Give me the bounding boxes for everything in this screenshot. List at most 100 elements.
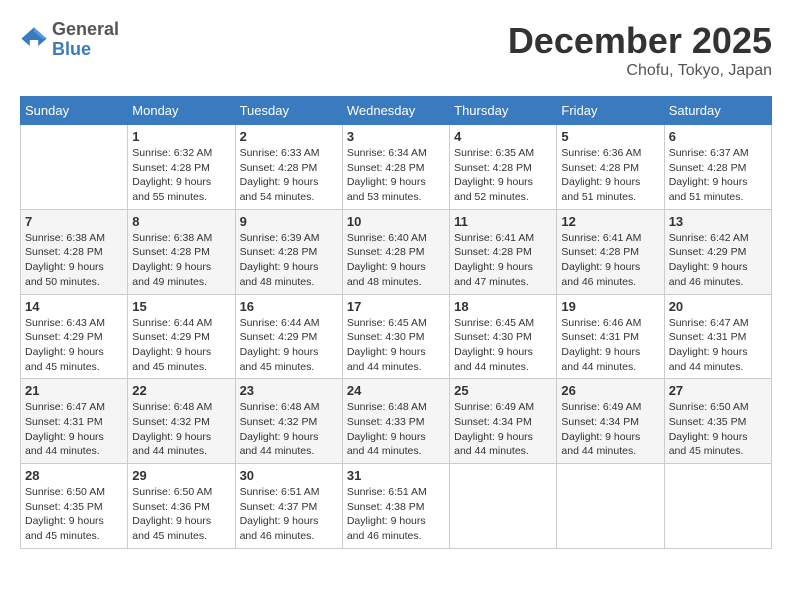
logo-icon bbox=[20, 26, 48, 54]
calendar-day-cell: 15 Sunrise: 6:44 AM Sunset: 4:29 PM Dayli… bbox=[128, 294, 235, 379]
calendar-week-row: 28 Sunrise: 6:50 AM Sunset: 4:35 PM Dayli… bbox=[21, 464, 772, 549]
day-info: Sunrise: 6:36 AM Sunset: 4:28 PM Dayligh… bbox=[561, 146, 659, 205]
calendar-day-cell: 11 Sunrise: 6:41 AM Sunset: 4:28 PM Dayli… bbox=[450, 209, 557, 294]
weekday-header: Friday bbox=[557, 97, 664, 125]
day-info: Sunrise: 6:44 AM Sunset: 4:29 PM Dayligh… bbox=[132, 316, 230, 375]
page-header: General Blue December 2025 Chofu, Tokyo,… bbox=[20, 20, 772, 80]
day-info: Sunrise: 6:34 AM Sunset: 4:28 PM Dayligh… bbox=[347, 146, 445, 205]
day-info: Sunrise: 6:35 AM Sunset: 4:28 PM Dayligh… bbox=[454, 146, 552, 205]
day-number: 29 bbox=[132, 468, 230, 483]
calendar-day-cell: 4 Sunrise: 6:35 AM Sunset: 4:28 PM Daylig… bbox=[450, 125, 557, 210]
calendar-day-cell: 23 Sunrise: 6:48 AM Sunset: 4:32 PM Dayli… bbox=[235, 379, 342, 464]
calendar-week-row: 14 Sunrise: 6:43 AM Sunset: 4:29 PM Dayli… bbox=[21, 294, 772, 379]
calendar-day-cell bbox=[450, 464, 557, 549]
calendar-day-cell bbox=[557, 464, 664, 549]
calendar-week-row: 21 Sunrise: 6:47 AM Sunset: 4:31 PM Dayli… bbox=[21, 379, 772, 464]
calendar-day-cell: 10Sunrise: 6:40 AM Sunset: 4:28 PM Dayli… bbox=[342, 209, 449, 294]
calendar-day-cell: 24 Sunrise: 6:48 AM Sunset: 4:33 PM Dayli… bbox=[342, 379, 449, 464]
day-number: 22 bbox=[132, 383, 230, 398]
day-info: Sunrise: 6:48 AM Sunset: 4:32 PM Dayligh… bbox=[240, 400, 338, 459]
day-number: 1 bbox=[132, 129, 230, 144]
day-info: Sunrise: 6:50 AM Sunset: 4:35 PM Dayligh… bbox=[669, 400, 767, 459]
day-info: Sunrise: 6:46 AM Sunset: 4:31 PM Dayligh… bbox=[561, 316, 659, 375]
calendar-day-cell: 13Sunrise: 6:42 AM Sunset: 4:29 PM Dayli… bbox=[664, 209, 771, 294]
calendar-day-cell: 26 Sunrise: 6:49 AM Sunset: 4:34 PM Dayli… bbox=[557, 379, 664, 464]
weekday-header: Saturday bbox=[664, 97, 771, 125]
weekday-header: Wednesday bbox=[342, 97, 449, 125]
calendar-day-cell: 16Sunrise: 6:44 AM Sunset: 4:29 PM Dayli… bbox=[235, 294, 342, 379]
calendar-day-cell: 12Sunrise: 6:41 AM Sunset: 4:28 PM Dayli… bbox=[557, 209, 664, 294]
day-info: Sunrise: 6:32 AM Sunset: 4:28 PM Dayligh… bbox=[132, 146, 230, 205]
day-info: Sunrise: 6:48 AM Sunset: 4:33 PM Dayligh… bbox=[347, 400, 445, 459]
day-info: Sunrise: 6:48 AM Sunset: 4:32 PM Dayligh… bbox=[132, 400, 230, 459]
calendar-day-cell: 3 Sunrise: 6:34 AM Sunset: 4:28 PM Daylig… bbox=[342, 125, 449, 210]
day-number: 7 bbox=[25, 214, 123, 229]
day-info: Sunrise: 6:47 AM Sunset: 4:31 PM Dayligh… bbox=[669, 316, 767, 375]
day-number: 19 bbox=[561, 299, 659, 314]
calendar-day-cell: 1 Sunrise: 6:32 AM Sunset: 4:28 PM Daylig… bbox=[128, 125, 235, 210]
day-number: 18 bbox=[454, 299, 552, 314]
calendar-day-cell: 18Sunrise: 6:45 AM Sunset: 4:30 PM Dayli… bbox=[450, 294, 557, 379]
day-number: 14 bbox=[25, 299, 123, 314]
day-info: Sunrise: 6:51 AM Sunset: 4:37 PM Dayligh… bbox=[240, 485, 338, 544]
day-info: Sunrise: 6:43 AM Sunset: 4:29 PM Dayligh… bbox=[25, 316, 123, 375]
day-info: Sunrise: 6:33 AM Sunset: 4:28 PM Dayligh… bbox=[240, 146, 338, 205]
day-number: 28 bbox=[25, 468, 123, 483]
calendar-day-cell: 22 Sunrise: 6:48 AM Sunset: 4:32 PM Dayli… bbox=[128, 379, 235, 464]
calendar-day-cell: 8Sunrise: 6:38 AM Sunset: 4:28 PM Daylig… bbox=[128, 209, 235, 294]
calendar-day-cell: 19 Sunrise: 6:46 AM Sunset: 4:31 PM Dayli… bbox=[557, 294, 664, 379]
day-number: 23 bbox=[240, 383, 338, 398]
day-number: 2 bbox=[240, 129, 338, 144]
day-number: 11 bbox=[454, 214, 552, 229]
day-number: 8 bbox=[132, 214, 230, 229]
day-number: 17 bbox=[347, 299, 445, 314]
day-number: 21 bbox=[25, 383, 123, 398]
day-number: 5 bbox=[561, 129, 659, 144]
day-number: 27 bbox=[669, 383, 767, 398]
calendar-day-cell: 9Sunrise: 6:39 AM Sunset: 4:28 PM Daylig… bbox=[235, 209, 342, 294]
day-info: Sunrise: 6:40 AM Sunset: 4:28 PM Dayligh… bbox=[347, 231, 445, 290]
day-number: 25 bbox=[454, 383, 552, 398]
calendar-day-cell: 31 Sunrise: 6:51 AM Sunset: 4:38 PM Dayli… bbox=[342, 464, 449, 549]
location: Chofu, Tokyo, Japan bbox=[508, 62, 772, 80]
day-number: 6 bbox=[669, 129, 767, 144]
calendar: SundayMondayTuesdayWednesdayThursdayFrid… bbox=[20, 96, 772, 549]
day-number: 3 bbox=[347, 129, 445, 144]
title-block: December 2025 Chofu, Tokyo, Japan bbox=[508, 20, 772, 80]
day-info: Sunrise: 6:39 AM Sunset: 4:28 PM Dayligh… bbox=[240, 231, 338, 290]
calendar-day-cell: 6 Sunrise: 6:37 AM Sunset: 4:28 PM Daylig… bbox=[664, 125, 771, 210]
logo-text: General Blue bbox=[52, 20, 119, 60]
day-info: Sunrise: 6:50 AM Sunset: 4:36 PM Dayligh… bbox=[132, 485, 230, 544]
day-info: Sunrise: 6:51 AM Sunset: 4:38 PM Dayligh… bbox=[347, 485, 445, 544]
calendar-day-cell: 21 Sunrise: 6:47 AM Sunset: 4:31 PM Dayli… bbox=[21, 379, 128, 464]
day-number: 4 bbox=[454, 129, 552, 144]
calendar-week-row: 7 Sunrise: 6:38 AM Sunset: 4:28 PM Daylig… bbox=[21, 209, 772, 294]
logo-general: General bbox=[52, 20, 119, 40]
logo: General Blue bbox=[20, 20, 119, 60]
day-info: Sunrise: 6:38 AM Sunset: 4:28 PM Dayligh… bbox=[25, 231, 123, 290]
day-info: Sunrise: 6:37 AM Sunset: 4:28 PM Dayligh… bbox=[669, 146, 767, 205]
day-number: 20 bbox=[669, 299, 767, 314]
calendar-day-cell: 5 Sunrise: 6:36 AM Sunset: 4:28 PM Daylig… bbox=[557, 125, 664, 210]
calendar-header-row: SundayMondayTuesdayWednesdayThursdayFrid… bbox=[21, 97, 772, 125]
day-info: Sunrise: 6:50 AM Sunset: 4:35 PM Dayligh… bbox=[25, 485, 123, 544]
calendar-day-cell bbox=[21, 125, 128, 210]
calendar-day-cell: 14 Sunrise: 6:43 AM Sunset: 4:29 PM Dayli… bbox=[21, 294, 128, 379]
calendar-day-cell: 17Sunrise: 6:45 AM Sunset: 4:30 PM Dayli… bbox=[342, 294, 449, 379]
calendar-day-cell bbox=[664, 464, 771, 549]
calendar-day-cell: 20 Sunrise: 6:47 AM Sunset: 4:31 PM Dayli… bbox=[664, 294, 771, 379]
day-number: 26 bbox=[561, 383, 659, 398]
day-info: Sunrise: 6:41 AM Sunset: 4:28 PM Dayligh… bbox=[454, 231, 552, 290]
calendar-day-cell: 29 Sunrise: 6:50 AM Sunset: 4:36 PM Dayli… bbox=[128, 464, 235, 549]
day-number: 24 bbox=[347, 383, 445, 398]
day-number: 15 bbox=[132, 299, 230, 314]
day-info: Sunrise: 6:44 AM Sunset: 4:29 PM Dayligh… bbox=[240, 316, 338, 375]
weekday-header: Sunday bbox=[21, 97, 128, 125]
day-number: 31 bbox=[347, 468, 445, 483]
day-info: Sunrise: 6:47 AM Sunset: 4:31 PM Dayligh… bbox=[25, 400, 123, 459]
day-number: 30 bbox=[240, 468, 338, 483]
day-info: Sunrise: 6:42 AM Sunset: 4:29 PM Dayligh… bbox=[669, 231, 767, 290]
calendar-day-cell: 2 Sunrise: 6:33 AM Sunset: 4:28 PM Daylig… bbox=[235, 125, 342, 210]
month-title: December 2025 bbox=[508, 20, 772, 62]
day-info: Sunrise: 6:49 AM Sunset: 4:34 PM Dayligh… bbox=[561, 400, 659, 459]
